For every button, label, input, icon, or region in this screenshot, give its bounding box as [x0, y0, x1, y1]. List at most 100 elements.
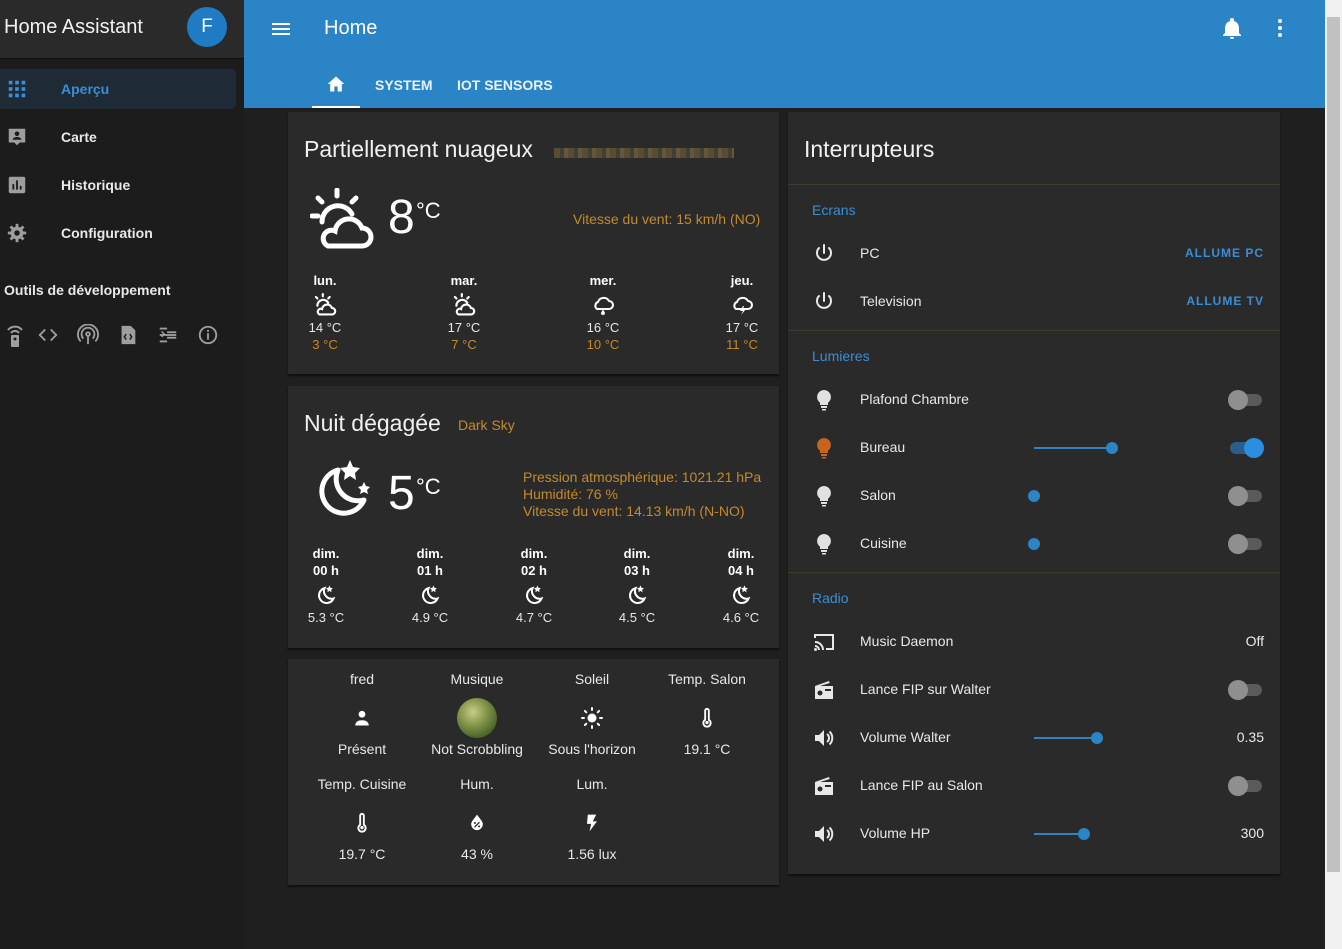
forecast-high: 17 °C: [725, 320, 759, 335]
allume-tv-button[interactable]: ALLUME TV: [1186, 294, 1264, 308]
card-title: Interrupteurs: [804, 136, 935, 162]
gear-icon: [7, 223, 27, 243]
slider-knob[interactable]: [1106, 442, 1118, 454]
glance-name: Hum.: [460, 776, 494, 792]
file-code-icon[interactable]: [108, 322, 148, 348]
remote-icon[interactable]: [4, 322, 28, 348]
toggle-switch[interactable]: [1228, 776, 1264, 796]
radio-icon: [815, 681, 833, 699]
tab-iot-sensors[interactable]: IOT SENSORS: [457, 77, 553, 117]
thermometer-icon: [702, 707, 712, 728]
sidebar: Home Assistant F Aperçu Carte Historique…: [0, 0, 244, 949]
slider-knob[interactable]: [1091, 732, 1103, 744]
glance-item[interactable]: Temp. Salon 19.1 °C: [647, 671, 767, 761]
glance-state: Présent: [337, 741, 387, 757]
divider: [788, 184, 1280, 185]
night-icon: [526, 585, 544, 605]
tab-home[interactable]: [312, 68, 360, 108]
glance-item[interactable]: fred Présent: [302, 671, 422, 761]
more-vert-icon[interactable]: [1268, 16, 1292, 40]
glance-item[interactable]: Temp. Cuisine 19.7 °C: [302, 776, 422, 866]
sidebar-item-carte[interactable]: Carte: [0, 117, 236, 157]
radio-icon: [815, 777, 833, 795]
toggle-switch[interactable]: [1228, 486, 1264, 506]
lightbulb-icon: [817, 534, 831, 555]
water-percent-icon: [471, 814, 483, 831]
brightness-slider[interactable]: [1028, 490, 1040, 502]
sidebar-item-historique[interactable]: Historique: [0, 165, 236, 205]
sidebar-item-label: Aperçu: [61, 81, 110, 97]
forecast-hour-label: 00 h: [312, 563, 339, 578]
wind-speed: Vitesse du vent: 14.13 km/h (N-NO): [523, 503, 745, 519]
weather-card-forecast[interactable]: Partiellement nuageux 8 °C Vitesse du ve…: [288, 112, 779, 374]
sun-icon: [581, 707, 603, 729]
glance-name: fred: [349, 671, 375, 687]
forecast-temp: 4.7 °C: [515, 610, 553, 625]
humidity: Humidité: 76 %: [523, 486, 618, 502]
sidebar-item-apercu[interactable]: Aperçu: [0, 69, 236, 109]
scrollbar[interactable]: [1325, 0, 1342, 949]
forecast-day: lun. 14 °C 3 °C: [290, 272, 360, 353]
cast-icon: [814, 634, 834, 651]
toggle-switch[interactable]: [1228, 680, 1264, 700]
tab-system[interactable]: SYSTEM: [375, 77, 433, 117]
brightness-slider[interactable]: [1028, 538, 1040, 550]
night-icon: [629, 585, 647, 605]
current-temperature: 8: [388, 191, 415, 244]
antenna-icon[interactable]: [68, 322, 108, 348]
entity-name: Volume HP: [860, 825, 931, 841]
allume-pc-button[interactable]: ALLUME PC: [1185, 246, 1264, 260]
toggle-switch[interactable]: [1228, 390, 1264, 410]
code-icon[interactable]: [28, 322, 68, 348]
forecast-hour-label: 03 h: [623, 563, 650, 578]
entity-row: Cuisine: [788, 520, 1280, 568]
lightbulb-icon: [817, 390, 831, 411]
brightness-slider[interactable]: [1034, 442, 1118, 454]
glance-state: 43 %: [461, 846, 493, 862]
glance-item[interactable]: Soleil Sous l'horizon: [532, 671, 652, 761]
entity-row: Plafond Chambre: [788, 376, 1280, 424]
glance-item[interactable]: Hum. 43 %: [417, 776, 537, 866]
entity-name: Television: [860, 293, 922, 309]
glance-state: 19.1 °C: [683, 741, 731, 757]
forecast-hour: dim. 01 h 4.9 °C: [395, 545, 465, 626]
forecast-day: mar. 17 °C 7 °C: [429, 272, 499, 353]
toggle-switch[interactable]: [1228, 534, 1264, 554]
glance-item[interactable]: Lum. 1.56 lux: [532, 776, 652, 866]
menu-icon[interactable]: [269, 17, 293, 41]
section-radio: Radio: [812, 590, 849, 606]
toggle-switch[interactable]: [1228, 438, 1264, 458]
night-icon: [318, 585, 336, 605]
scrollbar-thumb[interactable]: [1327, 17, 1340, 872]
dev-tools-bar: [4, 322, 228, 348]
volume-slider[interactable]: [1034, 732, 1103, 744]
glance-state: 19.7 °C: [338, 846, 386, 862]
forecast-temp: 4.5 °C: [618, 610, 656, 625]
info-icon[interactable]: [188, 322, 228, 348]
glance-item[interactable]: Musique Not Scrobbling: [417, 671, 537, 761]
weather-card-hourly[interactable]: Nuit dégagée Dark Sky 5 °C Pression atmo…: [288, 386, 779, 648]
template-icon[interactable]: [148, 322, 188, 348]
power-icon: [816, 292, 832, 309]
user-avatar[interactable]: F: [187, 7, 227, 47]
forecast-day: jeu. 17 °C 11 °C: [707, 272, 777, 353]
volume-slider[interactable]: [1034, 828, 1090, 840]
lightbulb-icon: [817, 438, 831, 459]
account-icon: [355, 710, 369, 726]
entity-name: Lance FIP sur Walter: [860, 681, 991, 697]
switches-card: Interrupteurs Ecrans PC ALLUME PC Televi…: [788, 112, 1280, 874]
slider-knob[interactable]: [1078, 828, 1090, 840]
sidebar-item-configuration[interactable]: Configuration: [0, 213, 236, 253]
volume-icon: [815, 730, 834, 746]
chart-bar-icon: [8, 176, 26, 194]
forecast-day-label: mer.: [589, 273, 617, 288]
bell-icon[interactable]: [1220, 16, 1244, 40]
entity-name: Volume Walter: [860, 729, 951, 745]
forecast-low: 7 °C: [451, 337, 477, 352]
entity-name: Plafond Chambre: [860, 391, 969, 407]
night-icon: [422, 585, 440, 605]
weather-condition: Nuit dégagée: [304, 410, 441, 436]
forecast-day-label: dim.: [520, 546, 548, 561]
partly-cloudy-icon: [453, 293, 476, 316]
glance-state: Not Scrobbling: [431, 741, 523, 757]
